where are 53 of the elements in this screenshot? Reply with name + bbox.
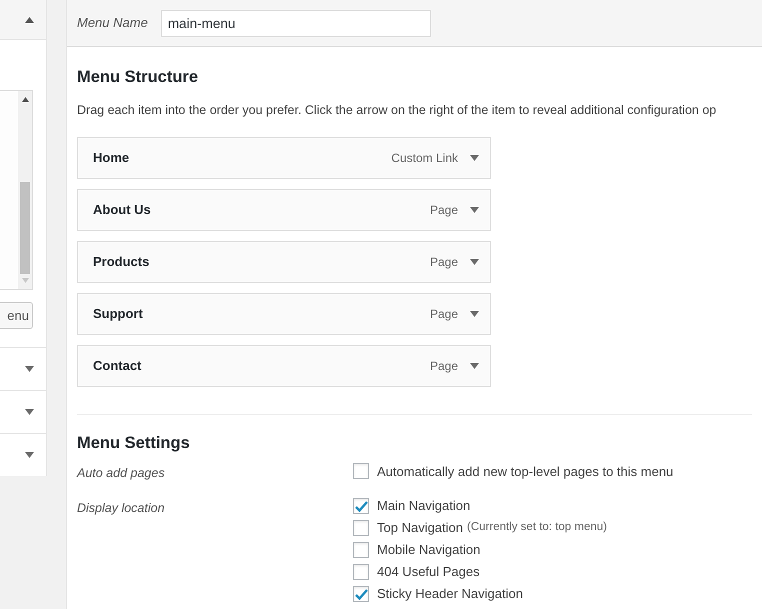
- collapse-arrow-icon: [25, 16, 34, 22]
- accordion-header[interactable]: [0, 390, 47, 433]
- menu-item-type: Page: [430, 202, 458, 218]
- checkbox[interactable]: [353, 498, 369, 514]
- menu-item-type: Custom Link: [391, 150, 458, 166]
- menu-item-bar[interactable]: Home Custom Link: [77, 136, 491, 178]
- scroll-up-arrow-icon[interactable]: [22, 97, 28, 102]
- section-heading: Menu Structure: [77, 67, 200, 88]
- instructions-text: Drag each item into the order you prefer. Click the arrow on the right of the item to reveal additional configuration op: [77, 102, 718, 119]
- add-to-menu-button[interactable]: enu: [0, 302, 33, 329]
- checkbox[interactable]: [353, 542, 369, 558]
- expand-arrow-icon: [470, 154, 479, 160]
- checkbox-label[interactable]: 404 Useful Pages: [377, 562, 480, 582]
- expand-arrow-icon: [25, 366, 34, 372]
- menu-item-bar[interactable]: Support Page: [77, 292, 491, 334]
- checkbox-label[interactable]: Sticky Header Navigation: [377, 584, 523, 604]
- checkbox-label[interactable]: Top Navigation: [377, 518, 463, 538]
- accordion-header[interactable]: [0, 0, 47, 40]
- expand-arrow-icon: [25, 452, 34, 458]
- menu-item-title: Products: [93, 252, 150, 271]
- checkbox-note: (Currently set to: top menu): [467, 520, 607, 536]
- menu-item-bar[interactable]: Products Page: [77, 240, 491, 282]
- scroll-down-arrow-icon[interactable]: [22, 278, 28, 283]
- accordion-header[interactable]: [0, 347, 47, 390]
- checkbox-label[interactable]: Automatically add new top-level pages to this menu: [377, 462, 674, 481]
- menu-item-type: Page: [430, 358, 458, 374]
- menu-item-type: Page: [430, 254, 458, 270]
- checkbox[interactable]: [353, 520, 369, 536]
- menu-item-bar[interactable]: About Us Page: [77, 188, 491, 230]
- scrollbar-thumb[interactable]: [20, 182, 30, 274]
- checkbox-label[interactable]: Mobile Navigation: [377, 540, 480, 560]
- section-heading: Menu Settings: [77, 432, 191, 454]
- scrollbar[interactable]: [18, 91, 32, 289]
- menu-item-title: Contact: [93, 356, 142, 375]
- menu-item-bar[interactable]: Contact Page: [77, 344, 491, 386]
- setting-label: Auto add pages: [77, 465, 166, 482]
- menu-item-title: About Us: [93, 200, 151, 219]
- expand-arrow-icon: [470, 206, 479, 212]
- expand-arrow-icon: [470, 362, 479, 368]
- menu-name-field[interactable]: main-menu: [160, 10, 431, 36]
- accordion-header[interactable]: [0, 433, 47, 476]
- menu-name-label: Menu Name: [77, 14, 148, 32]
- checkbox[interactable]: [353, 564, 369, 580]
- setting-label: Display location: [77, 500, 166, 517]
- menu-item-type: Page: [430, 306, 458, 322]
- checkbox[interactable]: [353, 586, 369, 602]
- expand-arrow-icon: [470, 258, 479, 264]
- expand-arrow-icon: [470, 310, 479, 316]
- checkbox-label[interactable]: Main Navigation: [377, 496, 470, 516]
- expand-arrow-icon: [25, 409, 34, 415]
- menu-item-title: Home: [93, 148, 130, 167]
- checkbox[interactable]: [353, 463, 369, 480]
- menu-item-title: Support: [93, 304, 143, 323]
